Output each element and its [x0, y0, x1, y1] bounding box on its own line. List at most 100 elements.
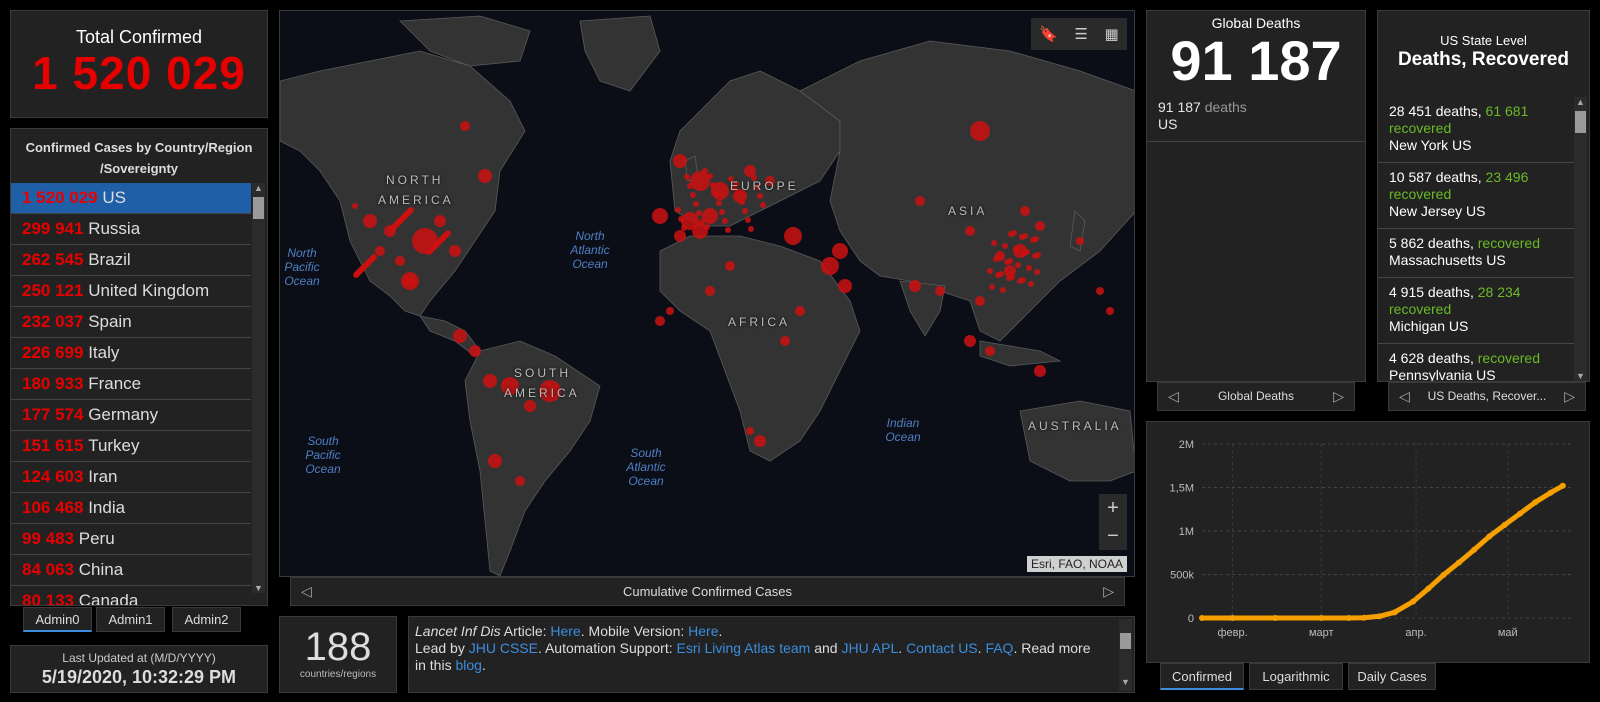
case-bubble[interactable]	[515, 476, 525, 486]
case-bubble[interactable]	[488, 454, 502, 468]
case-bubble[interactable]	[757, 193, 763, 199]
case-bubble[interactable]	[1106, 307, 1114, 315]
case-bubble[interactable]	[460, 121, 470, 131]
world-map[interactable]: 🔖 ☰ ▦ NORTH AMERICA EUROPE ASIA AFRICA S…	[279, 10, 1135, 577]
case-bubble[interactable]	[795, 306, 805, 316]
case-bubble[interactable]	[991, 240, 997, 246]
series-point[interactable]	[1229, 615, 1236, 621]
series-point[interactable]	[1345, 615, 1352, 621]
scroll-thumb[interactable]	[253, 197, 264, 219]
info-scrollbar[interactable]: ▼	[1119, 619, 1132, 691]
case-bubble[interactable]	[742, 208, 748, 214]
case-bubble[interactable]	[821, 257, 839, 275]
tab-admin1[interactable]: Admin1	[96, 607, 165, 632]
case-bubble[interactable]	[748, 226, 754, 232]
bookmark-icon[interactable]: 🔖	[1039, 25, 1058, 43]
case-bubble[interactable]	[666, 307, 674, 315]
case-bubble[interactable]	[675, 207, 681, 213]
case-bubble[interactable]	[710, 182, 716, 188]
blog-link[interactable]: blog	[455, 657, 481, 673]
article-link[interactable]: Here	[550, 623, 580, 639]
series-point[interactable]	[1501, 521, 1508, 528]
case-bubble[interactable]	[445, 230, 451, 236]
case-bubble[interactable]	[1019, 234, 1025, 240]
info-scroll-thumb[interactable]	[1120, 633, 1131, 649]
us-state-row[interactable]: 10 587 deaths, 23 496 recovered New Jerse…	[1378, 163, 1574, 229]
case-bubble[interactable]	[674, 230, 686, 242]
map-next-arrow-icon[interactable]: ▷	[1103, 578, 1114, 605]
series-point[interactable]	[1471, 546, 1478, 553]
case-bubble[interactable]	[935, 286, 945, 296]
scroll-up-icon[interactable]: ▲	[252, 183, 265, 193]
confirmed-chart[interactable]: 0 500k 1M 1,5M 2M февр. март апр. май	[1147, 422, 1591, 664]
gd-prev-arrow-icon[interactable]: ◁	[1168, 383, 1179, 410]
series-point[interactable]	[1391, 609, 1398, 616]
case-bubble[interactable]	[1028, 281, 1034, 287]
country-row[interactable]: 180 933 France	[11, 369, 251, 400]
case-bubble[interactable]	[754, 435, 766, 447]
case-bubble[interactable]	[1076, 237, 1084, 245]
tab-admin0[interactable]: Admin0	[23, 607, 92, 632]
us-scroll-thumb[interactable]	[1575, 111, 1586, 133]
case-bubble[interactable]	[453, 329, 467, 343]
case-bubble[interactable]	[1034, 365, 1046, 377]
case-bubble[interactable]	[1096, 287, 1104, 295]
case-bubble[interactable]	[965, 226, 975, 236]
case-bubble[interactable]	[832, 243, 848, 259]
case-bubble[interactable]	[760, 202, 766, 208]
case-bubble[interactable]	[1000, 287, 1006, 293]
us-state-row[interactable]: 28 451 deaths, 61 681 recovered New York …	[1378, 97, 1574, 163]
series-point[interactable]	[1318, 615, 1325, 621]
tab-confirmed[interactable]: Confirmed	[1160, 663, 1244, 690]
case-bubble[interactable]	[363, 214, 377, 228]
case-bubble[interactable]	[713, 191, 719, 197]
case-bubble[interactable]	[690, 171, 710, 191]
country-row[interactable]: 250 121 United Kingdom	[11, 276, 251, 307]
case-bubble[interactable]	[690, 192, 696, 198]
case-bubble[interactable]	[1004, 259, 1010, 265]
country-row[interactable]: 124 603 Iran	[11, 462, 251, 493]
country-row[interactable]: 232 037 Spain	[11, 307, 251, 338]
case-bubble[interactable]	[699, 219, 705, 225]
case-bubble[interactable]	[909, 280, 921, 292]
country-row[interactable]: 177 574 Germany	[11, 400, 251, 431]
series-point[interactable]	[1455, 559, 1462, 566]
tab-admin2[interactable]: Admin2	[172, 607, 241, 632]
case-bubble[interactable]	[434, 215, 446, 227]
case-bubble[interactable]	[408, 207, 414, 213]
country-row[interactable]: 299 941 Russia	[11, 214, 251, 245]
case-bubble[interactable]	[469, 345, 481, 357]
contact-link[interactable]: Contact US	[906, 640, 978, 656]
case-bubble[interactable]	[707, 173, 713, 179]
case-bubble[interactable]	[1034, 269, 1040, 275]
case-bubble[interactable]	[449, 245, 461, 257]
case-bubble[interactable]	[652, 208, 668, 224]
global-deaths-row[interactable]: 91 187 deaths US	[1147, 91, 1365, 142]
esri-link[interactable]: Esri Living Atlas team	[676, 640, 810, 656]
case-bubble[interactable]	[352, 203, 358, 209]
us-state-row[interactable]: 4 915 deaths, 28 234 recovered Michigan U…	[1378, 278, 1574, 344]
case-bubble[interactable]	[970, 121, 990, 141]
case-bubble[interactable]	[989, 284, 995, 290]
gd-next-arrow-icon[interactable]: ▷	[1333, 383, 1344, 410]
case-bubble[interactable]	[1032, 253, 1038, 259]
country-row[interactable]: 106 468 India	[11, 493, 251, 524]
case-bubble[interactable]	[478, 169, 492, 183]
case-bubble[interactable]	[975, 296, 985, 306]
jhu-csse-link[interactable]: JHU CSSE	[469, 640, 538, 656]
case-bubble[interactable]	[704, 224, 710, 230]
case-bubble[interactable]	[987, 268, 993, 274]
series-point[interactable]	[1559, 482, 1566, 489]
country-row[interactable]: 99 483 Peru	[11, 524, 251, 555]
case-bubble[interactable]	[705, 286, 715, 296]
case-bubble[interactable]	[1015, 262, 1021, 268]
country-row[interactable]: 1 520 029 US	[11, 183, 251, 214]
case-bubble[interactable]	[1008, 231, 1014, 237]
country-row[interactable]: 84 063 China	[11, 555, 251, 586]
series-point[interactable]	[1376, 613, 1383, 620]
scroll-down-icon[interactable]: ▼	[252, 583, 265, 593]
case-bubble[interactable]	[524, 400, 536, 412]
zoom-out-button[interactable]: −	[1099, 522, 1127, 550]
case-bubble[interactable]	[780, 336, 790, 346]
map-prev-arrow-icon[interactable]: ◁	[301, 578, 312, 605]
